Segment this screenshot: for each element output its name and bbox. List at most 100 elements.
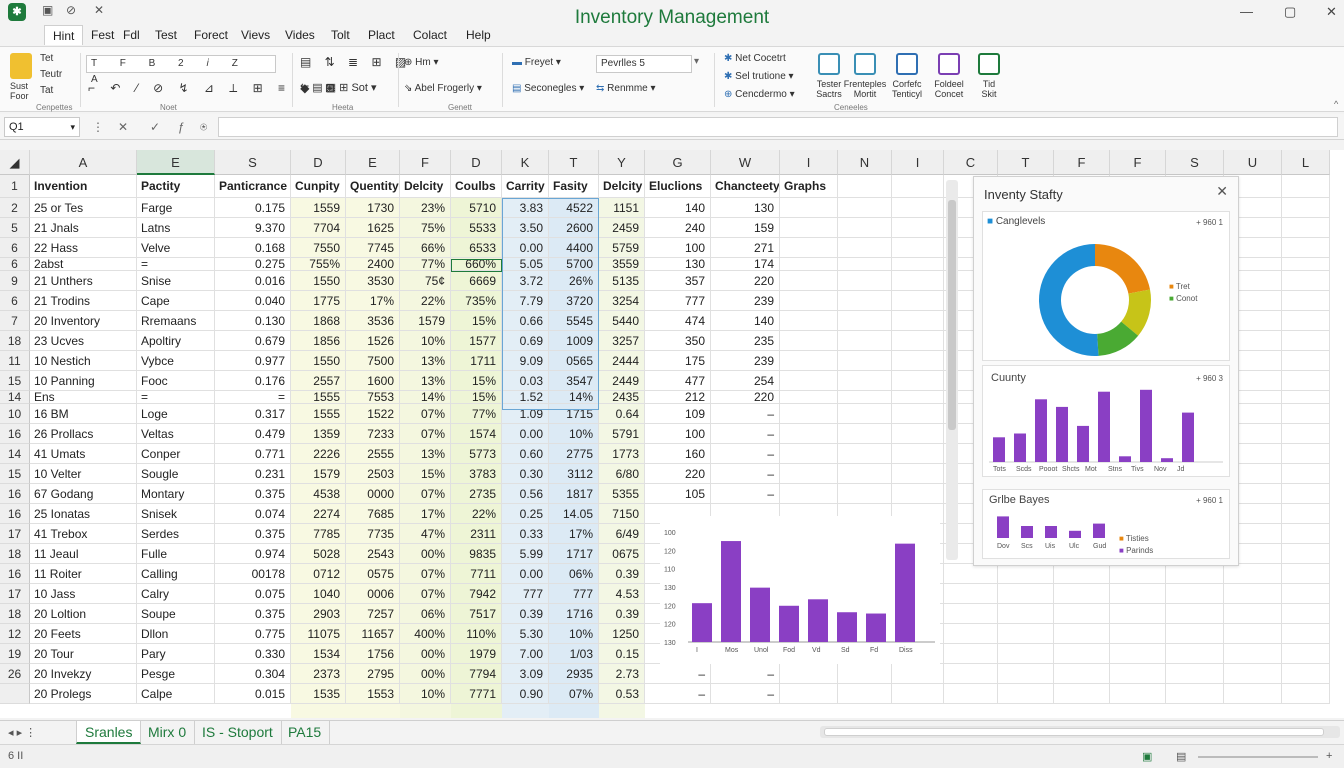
table-cell[interactable]: 0.074 — [215, 504, 291, 524]
table-cell[interactable]: 75¢ — [400, 271, 451, 291]
table-cell[interactable]: 777 — [502, 584, 549, 604]
table-cell[interactable]: 06% — [400, 604, 451, 624]
table-cell[interactable]: 735% — [451, 291, 502, 311]
table-cell[interactable]: Farge — [137, 198, 215, 218]
menu-tab-10[interactable]: Colact — [413, 28, 447, 42]
style-box-chevron-icon[interactable]: ▾ — [694, 56, 699, 67]
table-cell[interactable]: Pary — [137, 644, 215, 664]
table-cell[interactable] — [1282, 524, 1330, 544]
table-cell[interactable] — [1282, 504, 1330, 524]
table-cell[interactable]: 22 Hass — [30, 238, 137, 258]
table-cell[interactable]: 20 Loltion — [30, 604, 137, 624]
table-cell[interactable]: 1716 — [549, 604, 599, 624]
header-cell[interactable]: Pactity — [137, 175, 215, 198]
table-cell[interactable] — [1282, 644, 1330, 664]
table-cell[interactable] — [780, 444, 838, 464]
table-cell[interactable]: 777 — [645, 291, 711, 311]
table-cell[interactable] — [892, 291, 944, 311]
table-cell[interactable] — [1282, 684, 1330, 704]
table-cell[interactable] — [838, 464, 892, 484]
row-header[interactable]: 18 — [0, 544, 30, 564]
table-cell[interactable]: 5791 — [599, 424, 645, 444]
menu-tab-9[interactable]: Plact — [368, 28, 395, 42]
table-cell[interactable]: 1040 — [291, 584, 346, 604]
table-cell[interactable]: 1359 — [291, 424, 346, 444]
table-cell[interactable] — [944, 564, 998, 584]
table-cell[interactable] — [838, 218, 892, 238]
table-cell[interactable]: Pesge — [137, 664, 215, 684]
table-cell[interactable]: 20 Inventory — [30, 311, 137, 331]
table-cell[interactable] — [892, 371, 944, 391]
table-cell[interactable] — [1282, 238, 1330, 258]
table-cell[interactable] — [892, 198, 944, 218]
table-cell[interactable]: 20 Prolegs — [30, 684, 137, 704]
table-cell[interactable]: 2795 — [346, 664, 400, 684]
table-cell[interactable]: 10 Panning — [30, 371, 137, 391]
column-header[interactable]: T — [998, 150, 1054, 175]
column-header[interactable]: C — [944, 150, 998, 175]
table-cell[interactable] — [1110, 664, 1166, 684]
column-header[interactable]: F — [400, 150, 451, 175]
table-cell[interactable]: Vybce — [137, 351, 215, 371]
table-cell[interactable]: Calling — [137, 564, 215, 584]
table-cell[interactable]: 17% — [400, 504, 451, 524]
column-header[interactable]: S — [1166, 150, 1224, 175]
table-cell[interactable] — [780, 684, 838, 704]
table-cell[interactable]: 0.375 — [215, 484, 291, 504]
table-cell[interactable] — [838, 198, 892, 218]
table-cell[interactable]: 7704 — [291, 218, 346, 238]
collapse-ribbon-icon[interactable]: ^ — [1334, 99, 1338, 109]
table-cell[interactable] — [1282, 271, 1330, 291]
table-cell[interactable] — [1110, 644, 1166, 664]
table-cell[interactable]: 0.015 — [215, 684, 291, 704]
table-cell[interactable] — [892, 311, 944, 331]
table-cell[interactable]: 0.075 — [215, 584, 291, 604]
table-cell[interactable] — [838, 291, 892, 311]
table-cell[interactable] — [1166, 584, 1224, 604]
table-cell[interactable]: 239 — [711, 351, 780, 371]
rt-item-1[interactable]: ✱ Net Cocetrt — [724, 53, 786, 64]
table-cell[interactable] — [892, 258, 944, 271]
column-header[interactable]: F — [1054, 150, 1110, 175]
table-cell[interactable]: 0.90 — [502, 684, 549, 704]
table-cell[interactable] — [780, 484, 838, 504]
table-cell[interactable]: 0.64 — [599, 404, 645, 424]
table-cell[interactable]: 06% — [549, 564, 599, 584]
table-cell[interactable]: 1534 — [291, 644, 346, 664]
column-header[interactable]: D — [451, 150, 502, 175]
row-header[interactable]: 11 — [0, 351, 30, 371]
table-cell[interactable] — [780, 331, 838, 351]
table-cell[interactable]: 07% — [400, 404, 451, 424]
ribbon-tile-icon[interactable] — [978, 53, 1000, 75]
rt-item-3[interactable]: ⊕ Cencdermo ▾ — [724, 89, 795, 100]
table-cell[interactable]: 2935 — [549, 664, 599, 684]
table-cell[interactable]: 1730 — [346, 198, 400, 218]
table-cell[interactable]: 7553 — [346, 391, 400, 404]
table-cell[interactable] — [838, 311, 892, 331]
row-header[interactable]: 16 — [0, 504, 30, 524]
table-cell[interactable]: Sougle — [137, 464, 215, 484]
table-cell[interactable]: 0.016 — [215, 271, 291, 291]
table-cell[interactable]: 00% — [400, 644, 451, 664]
table-cell[interactable]: – — [711, 464, 780, 484]
table-cell[interactable] — [1282, 484, 1330, 504]
header-cell[interactable]: Quentity — [346, 175, 400, 198]
table-cell[interactable]: 1756 — [346, 644, 400, 664]
table-cell[interactable] — [892, 484, 944, 504]
table-cell[interactable]: 6669 — [451, 271, 502, 291]
table-cell[interactable]: 1151 — [599, 198, 645, 218]
table-cell[interactable]: 5759 — [599, 238, 645, 258]
table-cell[interactable]: 7771 — [451, 684, 502, 704]
table-cell[interactable]: 3536 — [346, 311, 400, 331]
table-cell[interactable]: 474 — [645, 311, 711, 331]
header-cell[interactable]: Eluclions — [645, 175, 711, 198]
table-cell[interactable]: 477 — [645, 371, 711, 391]
table-cell[interactable]: 5028 — [291, 544, 346, 564]
table-cell[interactable]: 0.317 — [215, 404, 291, 424]
table-cell[interactable]: 755% — [291, 258, 346, 271]
table-cell[interactable] — [1166, 624, 1224, 644]
table-cell[interactable]: 77% — [400, 258, 451, 271]
insert-function-icon[interactable]: ⍟ — [200, 120, 207, 135]
table-cell[interactable]: 21 Unthers — [30, 271, 137, 291]
table-cell[interactable] — [1110, 584, 1166, 604]
